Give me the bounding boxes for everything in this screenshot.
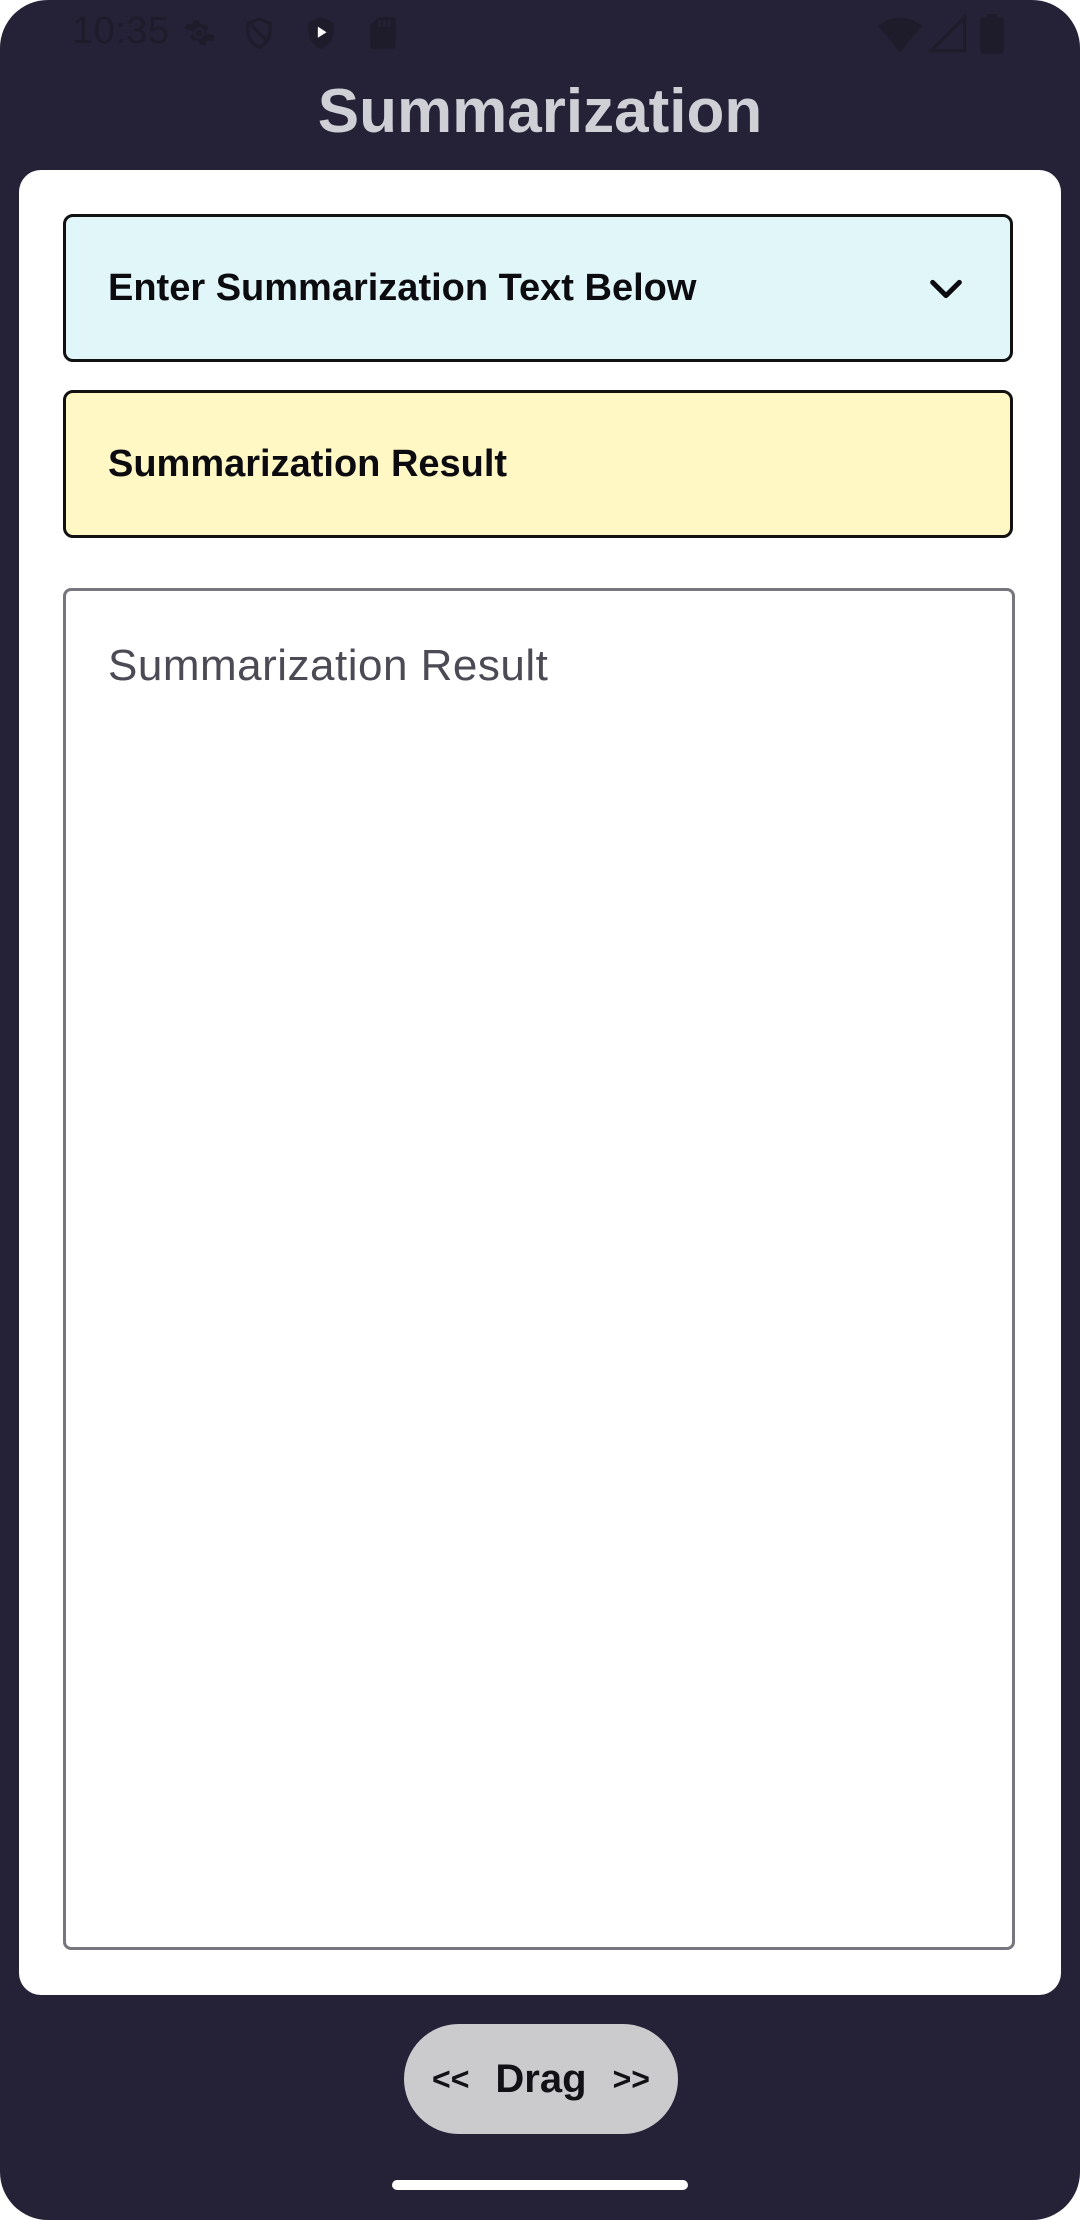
cellular-signal-icon: [928, 14, 967, 53]
shield-outline-icon: [246, 17, 272, 49]
drag-right-arrow: >>: [612, 2060, 650, 2097]
result-panel-label: Summarization Result: [108, 443, 508, 485]
status-bar: 10:35: [0, 0, 1080, 64]
battery-icon: [980, 14, 1004, 54]
content-card: Enter Summarization Text Below Summariza…: [19, 170, 1061, 1995]
phone-screen: 10:35 Summarization Enter Summarization …: [0, 0, 1080, 2220]
shield-play-icon: [308, 17, 334, 49]
status-time: 10:35: [72, 10, 170, 52]
page-title: Summarization: [317, 77, 763, 146]
input-panel-label: Enter Summarization Text Below: [108, 267, 697, 309]
chevron-down-icon[interactable]: [926, 269, 966, 309]
summarization-result-field[interactable]: Summarization Result: [63, 588, 1015, 1950]
wifi-icon: [878, 17, 922, 53]
summarization-input-dropdown[interactable]: Enter Summarization Text Below: [63, 214, 1013, 362]
drag-label: Drag: [495, 2056, 587, 2101]
home-indicator[interactable]: [392, 2180, 688, 2190]
drag-left-arrow: <<: [432, 2060, 470, 2097]
summarization-result-header: Summarization Result: [63, 390, 1013, 538]
settings-icon: [184, 20, 215, 46]
drag-handle[interactable]: << Drag >>: [404, 2024, 678, 2134]
sd-card-icon: [370, 17, 396, 49]
result-placeholder: Summarization Result: [108, 641, 549, 690]
